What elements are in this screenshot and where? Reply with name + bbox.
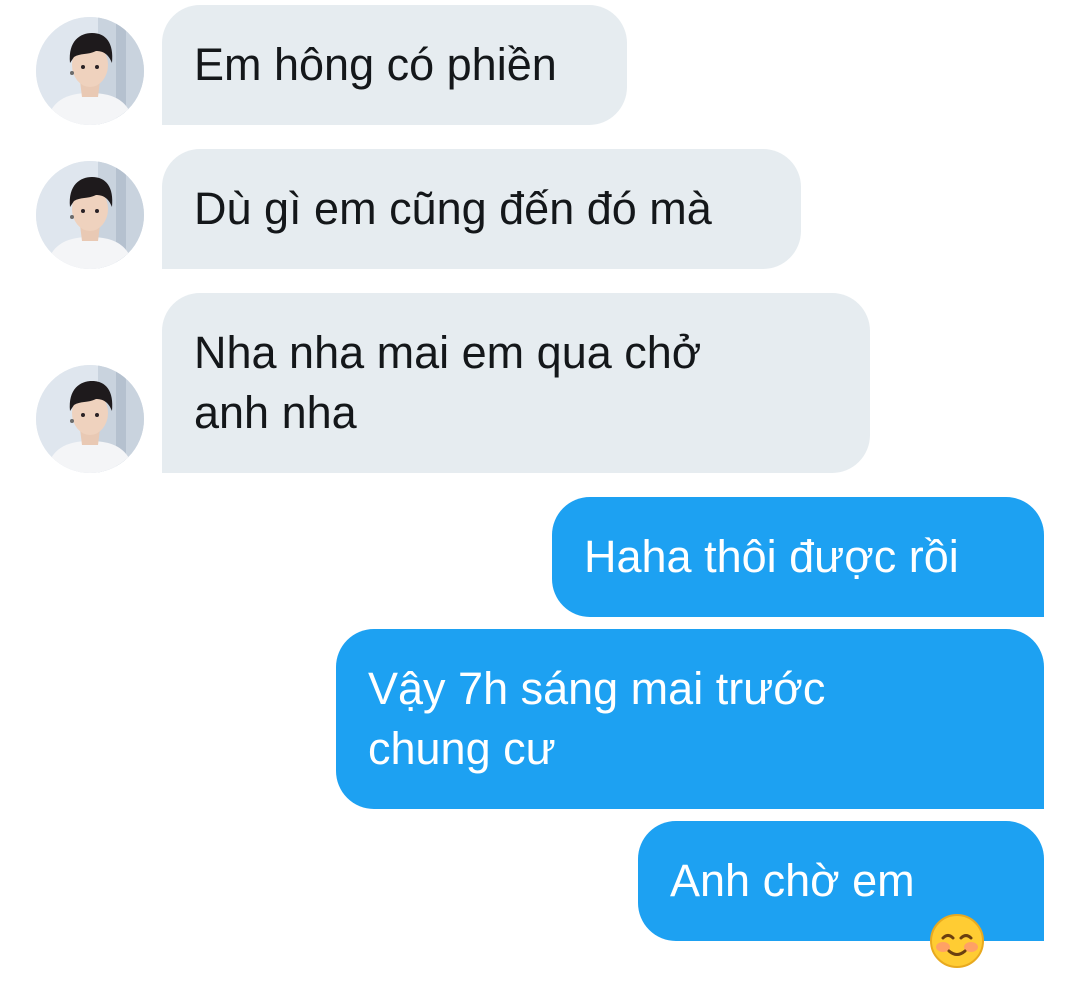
received-message-bubble[interactable]: Dù gì em cũng đến đó mà bbox=[162, 149, 801, 269]
message-text: Dù gì em cũng đến đó mà bbox=[194, 183, 712, 234]
sent-message-bubble[interactable]: Vậy 7h sáng mai trước chung cư bbox=[336, 629, 1044, 809]
contact-avatar-icon[interactable] bbox=[36, 17, 144, 125]
sent-message-bubble[interactable]: Haha thôi được rồi bbox=[552, 497, 1044, 617]
message-text: Nha nha mai em qua chở anh nha bbox=[194, 327, 702, 438]
message-text: Vậy 7h sáng mai trước chung cư bbox=[368, 663, 826, 774]
message-text: Anh chờ em bbox=[670, 855, 915, 906]
contact-avatar-icon[interactable] bbox=[36, 365, 144, 473]
message-text: Haha thôi được rồi bbox=[584, 531, 959, 582]
sent-message-bubble[interactable]: Anh chờ em bbox=[638, 821, 1044, 968]
contact-avatar-icon[interactable] bbox=[36, 161, 144, 269]
smiling-face-with-blush-emoji-icon bbox=[929, 853, 985, 968]
received-message-bubble[interactable]: Nha nha mai em qua chở anh nha bbox=[162, 293, 870, 473]
message-text: Em hông có phiền bbox=[194, 39, 557, 90]
received-message-bubble[interactable]: Em hông có phiền bbox=[162, 5, 627, 125]
